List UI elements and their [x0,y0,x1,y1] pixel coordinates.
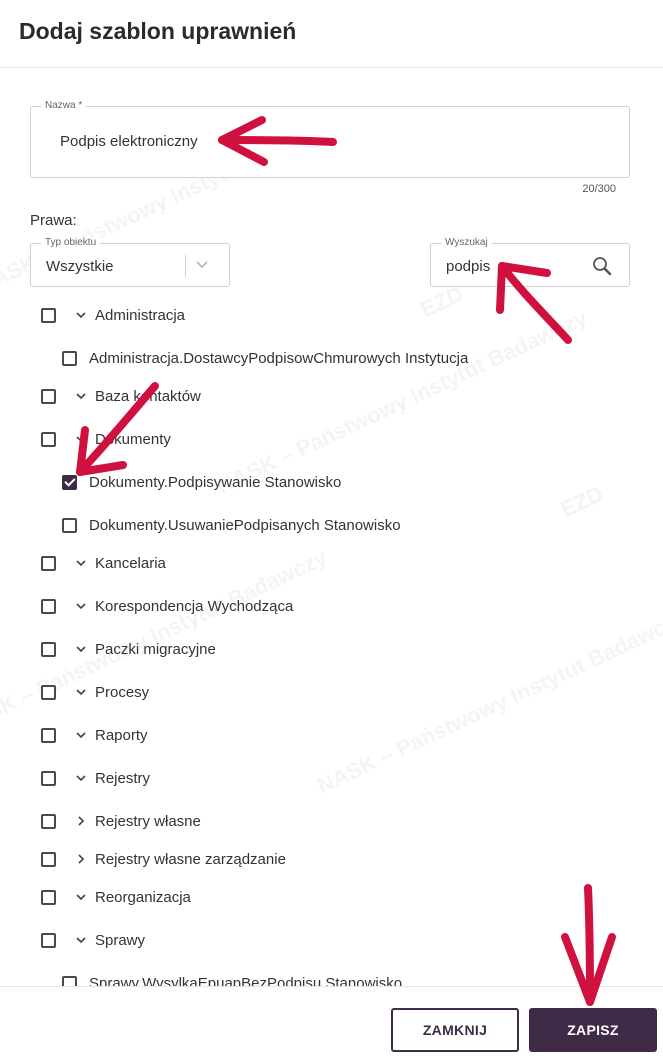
close-button[interactable]: ZAMKNIJ [391,1008,519,1052]
tree-group[interactable]: Rejestry własne [41,806,201,836]
tree-item-label: Administracja [95,306,186,324]
tree-group[interactable]: Dokumenty [41,424,171,454]
permissions-tree: Administracja Administracja.DostawcyPodpi… [0,290,663,986]
search-icon[interactable] [590,254,614,278]
checkbox[interactable] [41,388,56,404]
rights-heading: Prawa: [30,212,77,229]
tree-item[interactable]: Sprawy.WysylkaEpuapBezPodpisu Stanowisko [62,968,402,986]
chevron-down-icon[interactable] [74,685,88,699]
tree-item-label: Rejestry własne zarządzanie [95,850,286,868]
checkbox[interactable] [41,727,56,743]
dialog-title: Dodaj szablon uprawnień [19,18,297,44]
tree-item-label: Administracja.DostawcyPodpisowChmurowych… [89,349,469,367]
checkbox[interactable] [41,555,56,571]
chevron-right-icon[interactable] [74,814,88,828]
checkbox[interactable] [41,889,56,905]
checkbox[interactable] [41,307,56,323]
tree-item-label: Dokumenty [95,430,171,448]
tree-group[interactable]: Procesy [41,677,149,707]
checkbox[interactable] [62,350,77,366]
checkbox[interactable] [41,431,56,447]
tree-item-label: Paczki migracyjne [95,640,216,658]
search-field[interactable]: Wyszukaj podpis [430,237,630,287]
dialog-footer: ZAMKNIJ ZAPISZ [0,986,663,1063]
save-button[interactable]: ZAPISZ [529,1008,657,1052]
chevron-down-icon[interactable] [74,728,88,742]
object-type-select[interactable]: Typ obiektu Wszystkie [30,237,230,287]
tree-item-label: Procesy [95,683,150,701]
dialog-header: Dodaj szablon uprawnień [0,0,663,68]
checkbox[interactable] [41,770,56,786]
chevron-right-icon[interactable] [74,852,88,866]
checkbox[interactable] [41,813,56,829]
tree-item-label: Rejestry własne [95,812,201,830]
tree-group[interactable]: Kancelaria [41,548,166,578]
checkbox[interactable] [62,975,77,986]
tree-item-label: Reorganizacja [95,888,191,906]
object-type-value: Wszystkie [46,258,114,275]
template-name-label: Nazwa * [41,100,87,112]
chevron-down-icon[interactable] [74,599,88,613]
chevron-down-icon[interactable] [74,890,88,904]
tree-group[interactable]: Raporty [41,720,148,750]
chevron-down-icon[interactable] [74,389,88,403]
tree-item-label: Sprawy [95,931,146,949]
chevron-down-icon[interactable] [74,642,88,656]
tree-group[interactable]: Paczki migracyjne [41,634,216,664]
tree-item-label: Korespondencja Wychodząca [95,597,294,615]
tree-item[interactable]: Dokumenty.UsuwaniePodpisanych Stanowisko [62,510,401,540]
tree-group[interactable]: Reorganizacja [41,882,191,912]
tree-item-label: Baza kontaktów [95,387,201,405]
tree-group[interactable]: Sprawy [41,925,145,955]
tree-item[interactable]: Administracja.DostawcyPodpisowChmurowych… [62,343,468,373]
chevron-down-icon[interactable] [74,432,88,446]
tree-item-label: Kancelaria [95,554,166,572]
tree-item-label: Sprawy.WysylkaEpuapBezPodpisu Stanowisko [89,974,403,987]
chevron-down-icon[interactable] [74,308,88,322]
checkbox[interactable] [41,684,56,700]
tree-group[interactable]: Administracja [41,300,185,330]
character-counter: 20/300 [582,183,616,195]
tree-item-label: Raporty [95,726,148,744]
template-name-field[interactable]: Nazwa * Podpis elektroniczny [30,100,630,178]
tree-group[interactable]: Korespondencja Wychodząca [41,591,293,621]
tree-group[interactable]: Rejestry [41,763,150,793]
chevron-down-icon[interactable] [74,556,88,570]
checkbox[interactable] [41,598,56,614]
tree-item-label: Dokumenty.Podpisywanie Stanowisko [89,473,342,491]
chevron-down-icon[interactable] [192,254,212,274]
checkbox-checked[interactable] [62,474,77,490]
search-input[interactable]: podpis [446,258,490,275]
checkbox[interactable] [41,641,56,657]
template-name-value[interactable]: Podpis elektroniczny [60,133,198,150]
tree-group[interactable]: Baza kontaktów [41,381,201,411]
tree-item-label: Rejestry [95,769,151,787]
select-separator [185,255,186,277]
object-type-label: Typ obiektu [41,237,101,249]
checkbox[interactable] [62,517,77,533]
checkbox[interactable] [41,851,56,867]
chevron-down-icon[interactable] [74,771,88,785]
tree-group[interactable]: Rejestry własne zarządzanie [41,844,286,874]
tree-item[interactable]: Dokumenty.Podpisywanie Stanowisko [62,467,341,497]
chevron-down-icon[interactable] [74,933,88,947]
checkbox[interactable] [41,932,56,948]
tree-item-label: Dokumenty.UsuwaniePodpisanych Stanowisko [89,516,401,534]
search-label: Wyszukaj [441,237,492,249]
